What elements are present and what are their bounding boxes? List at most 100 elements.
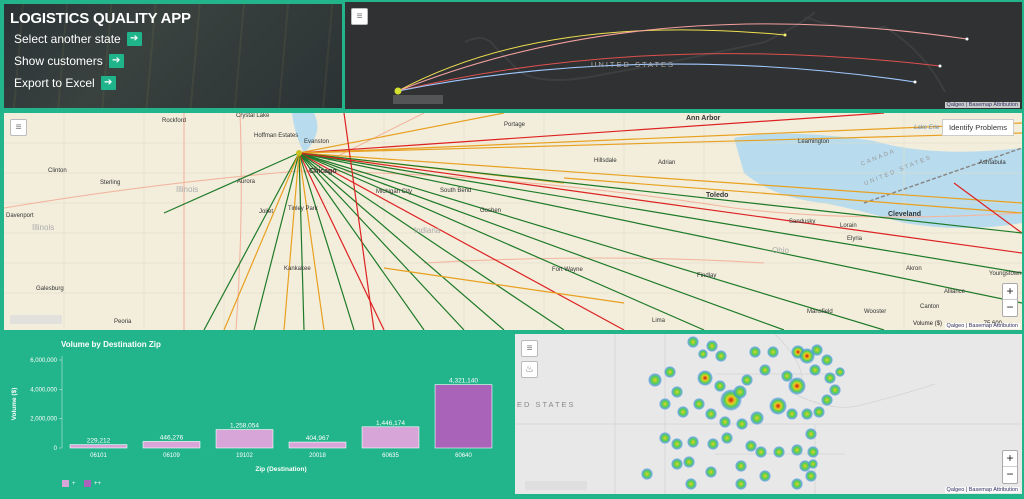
app-title: LOGISTICS QUALITY APP bbox=[10, 10, 191, 27]
country-label: UNITED STATES bbox=[591, 60, 676, 69]
heat-point bbox=[811, 344, 823, 356]
heat-point bbox=[769, 397, 787, 415]
route-map[interactable]: ≡ Identify Problems Illinois Indiana Ohi… bbox=[4, 113, 1022, 330]
city-label: Cleveland bbox=[888, 211, 922, 218]
data-label: 229,212 bbox=[87, 438, 111, 445]
zoom-out-button[interactable]: − bbox=[1003, 300, 1017, 316]
heat-point bbox=[659, 432, 671, 444]
heat-point bbox=[759, 470, 771, 482]
heat-point bbox=[736, 418, 748, 430]
city-label: Lorain bbox=[840, 223, 857, 229]
show-customers-label: Show customers bbox=[14, 54, 103, 68]
heat-point bbox=[741, 374, 753, 386]
heatmap-canvas bbox=[515, 334, 1022, 494]
heat-point bbox=[788, 377, 806, 395]
country-label: ED STATES bbox=[517, 400, 576, 409]
heat-point bbox=[767, 346, 779, 358]
arrow-right-icon[interactable]: ➔ bbox=[100, 76, 116, 90]
identify-problems-button[interactable]: Identify Problems bbox=[942, 119, 1014, 136]
zoom-control[interactable]: + − bbox=[1002, 450, 1018, 484]
data-label: 446,276 bbox=[160, 434, 184, 441]
city-label: Chicago bbox=[309, 168, 337, 175]
attribution[interactable]: Qalgeo | Basemap Attribution bbox=[944, 487, 1020, 493]
city-label: Peoria bbox=[114, 319, 132, 325]
heat-point bbox=[671, 386, 683, 398]
export-excel-label: Export to Excel bbox=[14, 76, 95, 90]
origin-marker bbox=[394, 87, 402, 95]
city-label: Lima bbox=[652, 318, 666, 324]
heat-point bbox=[671, 458, 683, 470]
x-tick-label: 06101 bbox=[90, 453, 107, 459]
scale-bar bbox=[10, 315, 62, 324]
heat-point bbox=[693, 398, 705, 410]
heat-point bbox=[735, 478, 747, 490]
layers-icon[interactable]: ≡ bbox=[351, 8, 368, 25]
arrow-right-icon[interactable]: ➔ bbox=[126, 32, 142, 46]
heat-point bbox=[807, 446, 819, 458]
city-label: Canton bbox=[920, 304, 940, 310]
heat-point bbox=[791, 444, 803, 456]
y-axis-title: Volume ($) bbox=[11, 388, 18, 421]
heat-point bbox=[773, 446, 785, 458]
x-tick-label: 60635 bbox=[382, 453, 399, 459]
customer-heatmap[interactable]: ≡ ♨ ED STATES + − Qalgeo | Basemap Attri… bbox=[515, 334, 1022, 494]
city-label: Joliet bbox=[259, 209, 274, 215]
heat-point bbox=[735, 460, 747, 472]
layers-icon[interactable]: ≡ bbox=[10, 119, 27, 136]
y-tick-label: 2,000,000 bbox=[30, 417, 57, 423]
zoom-control[interactable]: + − bbox=[1002, 283, 1018, 317]
heat-point bbox=[664, 366, 676, 378]
heat-point bbox=[719, 416, 731, 428]
heat-point bbox=[687, 436, 699, 448]
zoom-out-button[interactable]: − bbox=[1003, 467, 1017, 483]
arrow-right-icon[interactable]: ➔ bbox=[108, 54, 124, 68]
city-label: Elyria bbox=[847, 236, 863, 242]
flow-map-overview[interactable]: ≡ UNITED STATES Qalgeo | Basemap Attribu… bbox=[345, 2, 1022, 109]
heat-point bbox=[805, 428, 817, 440]
volume-legend-label: Volume ($) bbox=[912, 321, 942, 327]
city-label: Kankakee bbox=[284, 266, 311, 272]
x-tick-label: 60640 bbox=[455, 453, 472, 459]
heat-point bbox=[705, 466, 717, 478]
show-customers-action[interactable]: Show customers ➔ bbox=[14, 54, 124, 68]
bar bbox=[434, 384, 493, 449]
legend-item[interactable]: ++ bbox=[84, 480, 101, 487]
x-axis-title: Zip (Destination) bbox=[255, 466, 306, 473]
heat-point bbox=[714, 380, 726, 392]
city-label: Adrian bbox=[658, 160, 676, 166]
zoom-in-button[interactable]: + bbox=[1003, 284, 1017, 300]
layers-icon[interactable]: ≡ bbox=[521, 340, 538, 357]
legend-swatch bbox=[62, 480, 69, 487]
x-tick-label: 19102 bbox=[236, 453, 253, 459]
bar bbox=[288, 441, 347, 449]
attribution[interactable]: Qalgeo | Basemap Attribution bbox=[944, 323, 1020, 329]
city-label: Alliance bbox=[944, 289, 966, 295]
city-label: Youngstown bbox=[989, 271, 1022, 277]
city-label: South Bend bbox=[440, 188, 472, 194]
city-label: Sandusky bbox=[789, 219, 816, 225]
city-label: Rockford bbox=[162, 118, 187, 124]
attribution[interactable]: Qalgeo | Basemap Attribution bbox=[944, 102, 1020, 108]
legend-item[interactable]: + bbox=[62, 480, 76, 487]
heat-point bbox=[805, 470, 817, 482]
heat-point bbox=[829, 384, 841, 396]
city-label: Findlay bbox=[697, 273, 717, 279]
heat-point bbox=[707, 438, 719, 450]
zoom-in-button[interactable]: + bbox=[1003, 451, 1017, 467]
bar bbox=[215, 429, 274, 449]
select-state-action[interactable]: Select another state ➔ bbox=[14, 32, 142, 46]
heat-point bbox=[801, 408, 813, 420]
chart-canvas: 0 2,000,000 4,000,000 6,000,000 229,212 06101… bbox=[11, 356, 493, 473]
heat-point bbox=[706, 340, 718, 352]
heat-point bbox=[683, 456, 695, 468]
heat-point bbox=[733, 385, 747, 399]
heat-point bbox=[705, 408, 717, 420]
city-label: Toledo bbox=[706, 192, 729, 199]
flame-icon[interactable]: ♨ bbox=[521, 361, 538, 378]
heat-point bbox=[821, 354, 833, 366]
heat-point bbox=[698, 349, 708, 359]
export-excel-action[interactable]: Export to Excel ➔ bbox=[14, 76, 116, 90]
data-label: 1,446,174 bbox=[376, 420, 405, 427]
scale-bar bbox=[393, 95, 443, 104]
city-label: Tinley Park bbox=[288, 206, 318, 212]
